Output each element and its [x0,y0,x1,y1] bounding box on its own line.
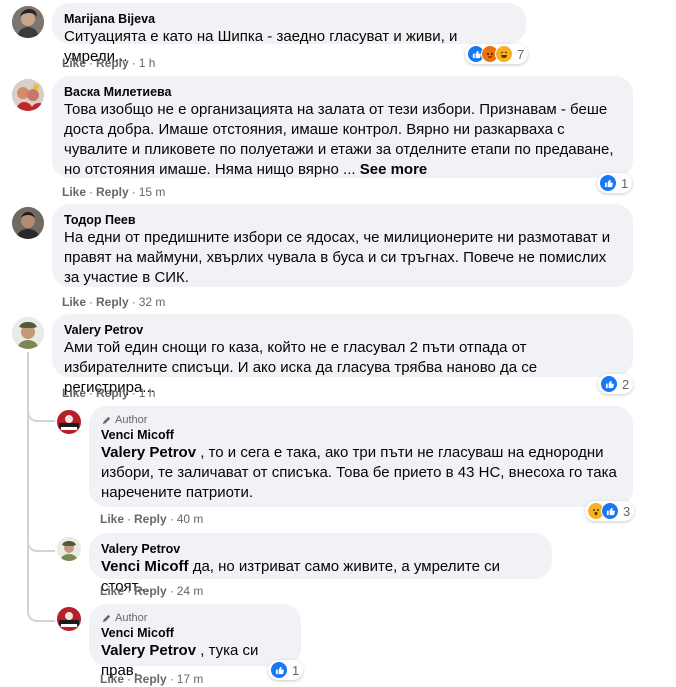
mention-link[interactable]: Venci Micoff [101,558,189,575]
like-icon [270,661,288,679]
reply-button[interactable]: Reply [96,386,129,400]
reply-button[interactable]: Reply [134,512,167,526]
avatar-photo-icon [57,607,81,631]
avatar-photo-icon [57,410,81,434]
comment-author[interactable]: Тодор Пеев [64,212,621,228]
reply-bubble: Valery Petrov Venci Micoff да, но изтрив… [89,533,552,595]
like-button[interactable]: Like [62,56,86,70]
thread-connector [27,530,55,552]
like-button[interactable]: Like [100,512,124,526]
comment-timestamp[interactable]: 24 m [177,584,204,598]
comment-bubble: Marijana Bijeva Ситуацията е като на Шип… [52,3,526,65]
avatar[interactable] [12,6,44,38]
reaction-summary[interactable]: 2 [598,374,634,394]
like-button[interactable]: Like [62,295,86,309]
reaction-summary[interactable]: 1 [268,660,304,680]
comment-actions: Like · Reply · 24 m [100,584,204,598]
comment-actions: Like · Reply · 32 m [62,295,166,309]
thread-connector [27,400,55,422]
thread-connector [27,600,55,622]
avatar[interactable] [12,207,44,239]
reply-button[interactable]: Reply [96,56,129,70]
comment-author[interactable]: Marijana Bijeva [64,11,514,27]
comment-author[interactable]: Valery Petrov [101,541,540,557]
comment-author[interactable]: Venci Micoff [101,427,621,443]
like-icon [600,375,618,393]
reaction-summary[interactable]: 3 [585,501,635,521]
comment-author[interactable]: Venci Micoff [101,625,289,641]
pencil-icon [102,614,111,623]
comment-timestamp[interactable]: 17 m [177,672,204,686]
like-button[interactable]: Like [62,386,86,400]
comment-actions: Like · Reply · 17 m [100,672,204,686]
reply-button[interactable]: Reply [134,672,167,686]
comment-actions: Like · Reply · 15 m [62,185,166,199]
haha-icon [495,45,513,63]
like-icon [601,502,619,520]
pencil-icon [102,416,111,425]
reaction-count: 7 [517,46,525,62]
see-more-link[interactable]: See more [360,161,428,178]
comment-text: Valery Petrov , то и сега е така, ако тр… [101,444,621,501]
comment-author[interactable]: Васка Милетиева [64,84,621,100]
like-icon [599,174,617,192]
avatar[interactable] [12,79,44,111]
avatar[interactable] [12,317,44,349]
like-button[interactable]: Like [100,584,124,598]
avatar-photo-icon [12,6,44,38]
author-badge: Author [101,612,289,625]
avatar[interactable] [57,607,81,631]
avatar-photo-icon [12,207,44,239]
avatar-photo-icon [12,79,44,111]
mention-link[interactable]: Valery Petrov [101,444,196,461]
comment-actions: Like · Reply · 40 m [100,512,204,526]
comment-timestamp[interactable]: 32 m [139,295,166,309]
comment-timestamp[interactable]: 40 m [177,512,204,526]
reply-button[interactable]: Reply [96,185,129,199]
thread-line [27,352,29,600]
like-button[interactable]: Like [100,672,124,686]
reaction-count: 2 [622,376,630,392]
avatar-photo-icon [57,537,81,561]
comment-actions: Like · Reply · 1 h [62,386,156,400]
author-badge: Author [101,414,621,427]
reaction-count: 1 [292,662,300,678]
reaction-summary[interactable]: 7 [465,44,529,64]
reaction-summary[interactable]: 1 [597,173,633,193]
comment-timestamp[interactable]: 1 h [139,56,156,70]
avatar[interactable] [57,537,81,561]
comment-text: На едни от предишните избори се ядосах, … [64,229,615,286]
comment-timestamp[interactable]: 15 m [139,185,166,199]
comment-bubble: Тодор Пеев На едни от предишните избори … [52,204,633,287]
comment-author[interactable]: Valery Petrov [64,322,621,338]
comment-text: Това изобщо не е организацията на залата… [64,101,618,178]
comment-actions: Like · Reply · 1 h [62,56,156,70]
reaction-count: 3 [623,503,631,519]
reply-button[interactable]: Reply [96,295,129,309]
comment-timestamp[interactable]: 1 h [139,386,156,400]
reply-bubble: Author Venci Micoff Valery Petrov , тука… [89,604,301,679]
like-button[interactable]: Like [62,185,86,199]
reaction-count: 1 [621,175,629,191]
comment-bubble: Valery Petrov Ами той един снощи го каза… [52,314,633,396]
avatar-photo-icon [12,317,44,349]
reply-button[interactable]: Reply [134,584,167,598]
avatar[interactable] [57,410,81,434]
reply-bubble: Author Venci Micoff Valery Petrov , то и… [89,406,633,507]
comment-bubble: Васка Милетиева Това изобщо не е организ… [52,76,633,178]
mention-link[interactable]: Valery Petrov [101,642,196,659]
